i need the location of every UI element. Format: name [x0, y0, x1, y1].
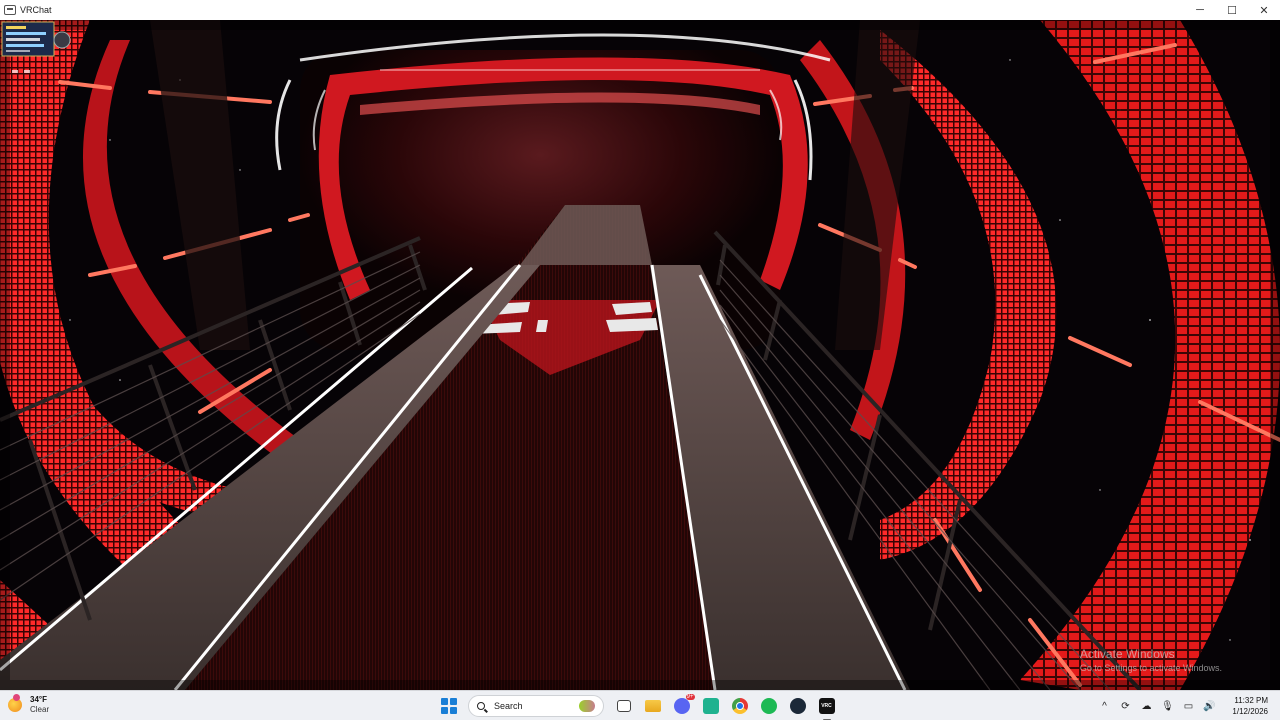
spotify-button[interactable] — [757, 694, 781, 718]
vrchat-taskbar-button[interactable]: VRC — [815, 694, 839, 720]
watermark-title: Activate Windows — [1079, 647, 1175, 661]
feed-app-button[interactable] — [699, 694, 723, 718]
activate-windows-watermark: Activate Windows Go to Settings to activ… — [1080, 647, 1222, 673]
taskbar-search[interactable]: Search — [468, 695, 604, 717]
task-view-button[interactable] — [612, 694, 636, 718]
game-scene — [0, 20, 1280, 690]
vrchat-icon: VRC — [818, 698, 835, 714]
feed-icon — [702, 698, 719, 714]
system-tray: ^ ⟳ ☁ 🎙 ▭ 🔊 — [1094, 698, 1220, 714]
discord-button[interactable] — [670, 694, 695, 718]
task-view-icon — [616, 700, 631, 712]
maximize-button[interactable]: ☐ — [1216, 0, 1248, 20]
spotify-icon — [760, 698, 777, 714]
window-title: VRChat — [20, 5, 52, 15]
volume-icon[interactable]: 🔊 — [1202, 698, 1218, 714]
game-viewport[interactable]: Activate Windows Go to Settings to activ… — [0, 20, 1280, 690]
file-explorer-icon — [644, 700, 661, 712]
chrome-icon — [731, 698, 748, 714]
weather-condition: Clear — [30, 705, 50, 714]
windows-logo-icon — [440, 698, 457, 714]
weather-temp: 34°F — [30, 695, 47, 704]
start-button[interactable] — [437, 694, 461, 718]
chrome-button[interactable] — [728, 694, 752, 718]
weather-widget[interactable]: 34°F Clear — [8, 694, 50, 715]
close-button[interactable]: ✕ — [1248, 0, 1280, 20]
title-bar: VRChat ─ ☐ ✕ — [0, 0, 1280, 21]
weather-icon — [8, 694, 22, 712]
network-icon[interactable]: ▭ — [1181, 698, 1197, 714]
vrchat-app-icon — [4, 5, 16, 15]
microphone-icon[interactable]: 🎙 — [1160, 698, 1176, 714]
onedrive-icon[interactable]: ☁ — [1139, 698, 1155, 714]
tray-overflow-chevron-icon[interactable]: ^ — [1097, 698, 1113, 714]
discord-icon — [673, 694, 695, 714]
minimize-button[interactable]: ─ — [1184, 0, 1216, 20]
search-label: Search — [494, 701, 523, 711]
sync-icon[interactable]: ⟳ — [1118, 698, 1134, 714]
search-highlight-icon — [579, 700, 595, 712]
taskbar-apps: Search VRC — [434, 694, 841, 720]
steam-icon — [789, 698, 806, 714]
watermark-subtitle: Go to Settings to activate Windows. — [1079, 663, 1222, 673]
window-controls: ─ ☐ ✕ — [1184, 0, 1280, 20]
search-icon — [477, 702, 485, 710]
world-info-panel — [1, 21, 71, 73]
clock-time: 11:32 PM — [1234, 696, 1268, 705]
steam-button[interactable] — [786, 694, 810, 718]
taskbar: 34°F Clear Search VRC ^ ⟳ ☁ 🎙 ▭ 🔊 11:32 — [0, 690, 1280, 720]
taskbar-clock[interactable]: 11:32 PM 1/12/2026 — [1232, 695, 1268, 717]
file-explorer-button[interactable] — [641, 694, 665, 718]
clock-date: 1/12/2026 — [1232, 707, 1268, 716]
